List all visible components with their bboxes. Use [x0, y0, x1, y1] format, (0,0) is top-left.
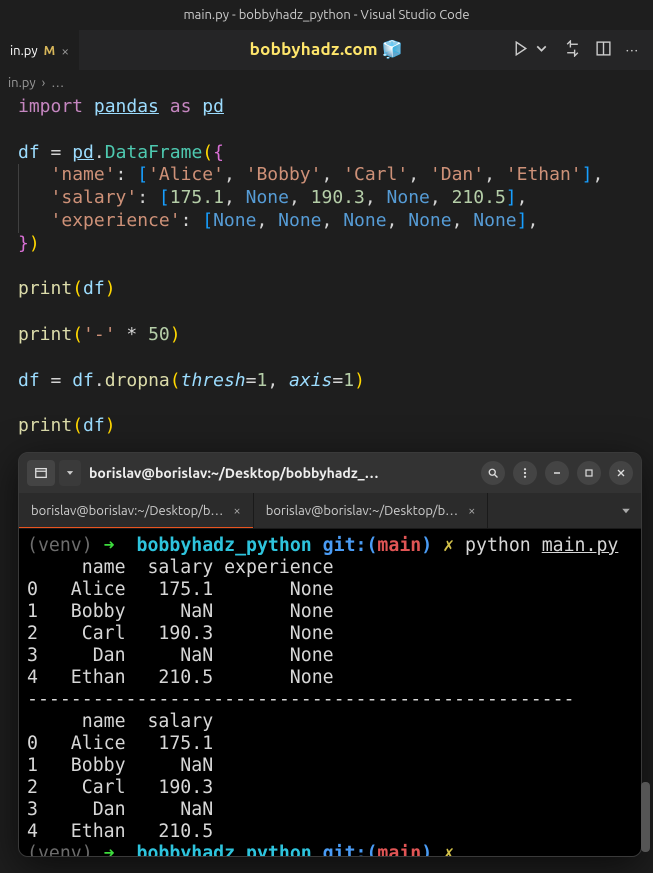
- close-icon[interactable]: ×: [233, 504, 240, 518]
- close-icon[interactable]: [609, 461, 633, 485]
- terminal-tabs: borislav@borislav:~/Desktop/b… × borisla…: [19, 493, 641, 529]
- tab-filename: in.py: [10, 44, 38, 58]
- terminal-tab-1[interactable]: borislav@borislav:~/Desktop/b… ×: [19, 493, 254, 528]
- more-icon[interactable]: ···: [626, 42, 639, 58]
- tab-modified-indicator: M: [44, 44, 56, 58]
- window-titlebar: main.py - bobbyhadz_python - Visual Stud…: [0, 0, 653, 30]
- chevron-down-icon[interactable]: [611, 505, 641, 517]
- chevron-down-icon[interactable]: [533, 40, 550, 60]
- window-title: main.py - bobbyhadz_python - Visual Stud…: [183, 8, 469, 22]
- breadcrumb-sep: ›: [42, 76, 46, 90]
- code-editor[interactable]: import pandas as pd df = pd.DataFrame({ …: [0, 96, 653, 438]
- maximize-icon[interactable]: [577, 461, 601, 485]
- terminal-tab-2[interactable]: borislav@borislav:~/Desktop/b… ×: [254, 493, 489, 528]
- terminal-output[interactable]: (venv) ➜ bobbyhadz_python git:(main) ✗ p…: [19, 529, 641, 856]
- brand-label: bobbyhadz.com🧊: [250, 40, 404, 59]
- menu-icon[interactable]: [513, 461, 537, 485]
- breadcrumb-more: …: [51, 76, 64, 90]
- close-icon[interactable]: ×: [61, 43, 69, 59]
- terminal-titlebar[interactable]: borislav@borislav:~/Desktop/bobbyhadz_…: [19, 453, 641, 493]
- run-icon[interactable]: [512, 40, 529, 60]
- editor-tab-main[interactable]: in.py M ×: [0, 30, 79, 70]
- scrollbar-thumb[interactable]: [641, 782, 650, 852]
- breadcrumb[interactable]: in.py › …: [0, 70, 653, 96]
- terminal-dropdown-button[interactable]: [59, 460, 81, 486]
- breadcrumb-file: in.py: [8, 76, 36, 90]
- compare-icon[interactable]: [564, 40, 581, 60]
- new-tab-button[interactable]: [27, 460, 55, 486]
- terminal-tab-label: borislav@borislav:~/Desktop/b…: [31, 504, 223, 518]
- search-icon[interactable]: [481, 461, 505, 485]
- split-editor-icon[interactable]: [595, 40, 612, 60]
- cube-icon: 🧊: [382, 40, 403, 59]
- editor-tabrow: in.py M × bobbyhadz.com🧊 ···: [0, 30, 653, 70]
- close-icon[interactable]: ×: [468, 504, 475, 518]
- terminal-tab-label: borislav@borislav:~/Desktop/b…: [266, 504, 458, 518]
- minimize-icon[interactable]: [545, 461, 569, 485]
- terminal-window: borislav@borislav:~/Desktop/bobbyhadz_… …: [18, 452, 642, 857]
- terminal-title: borislav@borislav:~/Desktop/bobbyhadz_…: [89, 465, 473, 481]
